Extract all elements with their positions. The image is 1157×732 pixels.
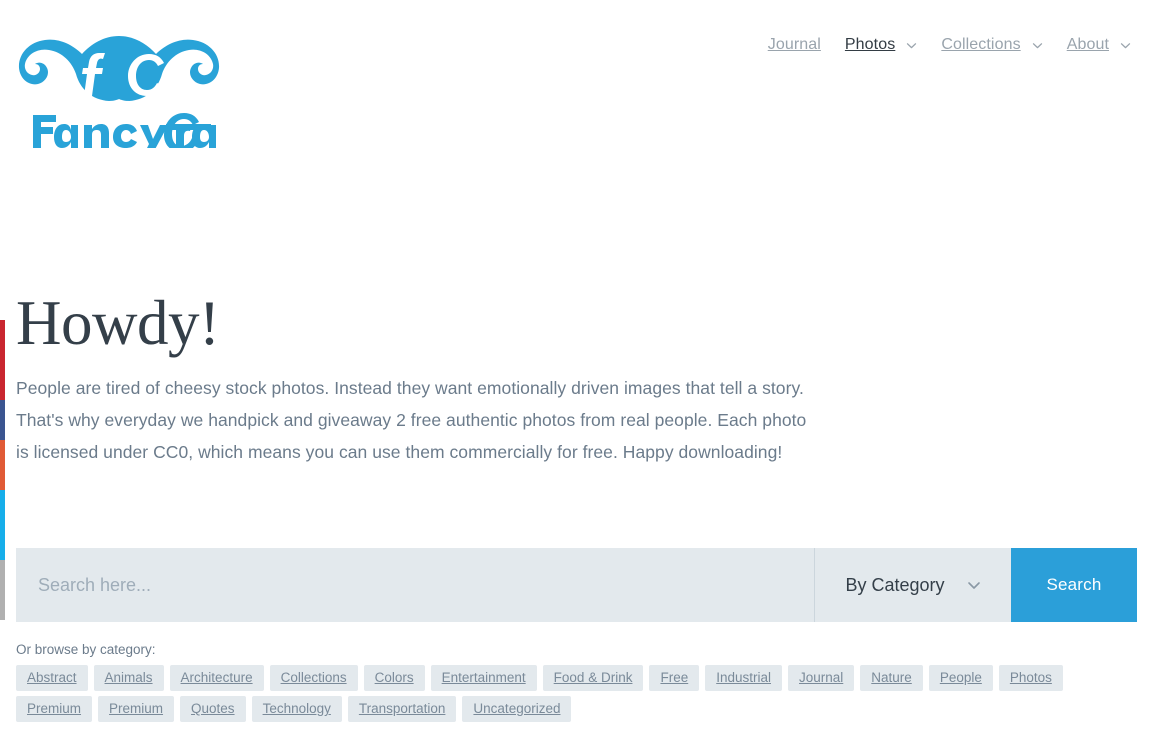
- chevron-down-icon: [906, 40, 917, 51]
- category-tag[interactable]: Premium: [16, 696, 93, 722]
- page-root: Journal Photos Collections About Howdy! Peo…: [0, 0, 1157, 732]
- category-tag[interactable]: Entertainment: [430, 665, 537, 691]
- nav-item-label: Photos: [844, 36, 896, 53]
- edge-color-segment-2: [0, 440, 5, 490]
- category-tag[interactable]: Photos: [998, 665, 1063, 691]
- category-tag[interactable]: Transportation: [347, 696, 457, 722]
- category-tag-list: Abstract Animals Architecture Collections Co…: [16, 665, 1091, 722]
- category-tag[interactable]: Food & Drink: [542, 665, 644, 691]
- category-tag[interactable]: Free: [649, 665, 700, 691]
- search-input[interactable]: [16, 548, 814, 622]
- category-tag[interactable]: Journal: [788, 665, 855, 691]
- nav-item-label: Collections: [941, 36, 1021, 53]
- category-select-label: By Category: [845, 574, 945, 595]
- mustache-fc-logo-icon: [18, 36, 220, 148]
- category-tag[interactable]: People: [928, 665, 993, 691]
- search-input-wrapper: [16, 548, 815, 622]
- search-button[interactable]: Search: [1011, 548, 1137, 622]
- nav-item-label: Journal: [767, 36, 821, 53]
- nav-item-collections[interactable]: Collections: [929, 34, 1054, 56]
- category-tag[interactable]: Quotes: [180, 696, 246, 722]
- category-tag[interactable]: Collections: [269, 665, 358, 691]
- hero-section: Howdy! People are tired of cheesy stock …: [16, 288, 1141, 468]
- hero-description: People are tired of cheesy stock photos.…: [16, 378, 807, 462]
- edge-color-segment-1: [0, 400, 5, 440]
- category-select[interactable]: By Category: [815, 548, 1011, 622]
- nav-item-label: About: [1066, 36, 1109, 53]
- search-bar: By Category Search: [16, 548, 1137, 622]
- chevron-down-icon: [1032, 40, 1043, 51]
- site-header: Journal Photos Collections About: [0, 0, 1157, 160]
- nav-item-about[interactable]: About: [1055, 34, 1143, 56]
- category-tag[interactable]: Architecture: [169, 665, 264, 691]
- page-title: Howdy!: [16, 288, 220, 358]
- edge-color-segment-4: [0, 560, 5, 620]
- browse-label: Or browse by category:: [16, 642, 156, 657]
- category-tag[interactable]: Abstract: [16, 665, 88, 691]
- category-tag[interactable]: Premium: [98, 696, 175, 722]
- category-tag[interactable]: Nature: [860, 665, 923, 691]
- edge-color-segment-3: [0, 490, 5, 560]
- browse-categories: Or browse by category: Abstract Animals Ar…: [16, 641, 1146, 722]
- category-tag[interactable]: Colors: [363, 665, 425, 691]
- main-navigation: Journal Photos Collections About: [756, 34, 1143, 56]
- chevron-down-icon: [1120, 40, 1131, 51]
- edge-color-strip: [0, 320, 5, 620]
- edge-color-segment-0: [0, 320, 5, 400]
- category-tag[interactable]: Industrial: [705, 665, 782, 691]
- category-tag[interactable]: Technology: [251, 696, 342, 722]
- brand-logo[interactable]: [16, 22, 222, 148]
- category-tag[interactable]: Uncategorized: [462, 696, 572, 722]
- category-tag[interactable]: Animals: [93, 665, 164, 691]
- nav-item-photos[interactable]: Photos: [833, 34, 929, 56]
- chevron-down-icon: [967, 578, 981, 592]
- nav-item-journal[interactable]: Journal: [756, 34, 833, 56]
